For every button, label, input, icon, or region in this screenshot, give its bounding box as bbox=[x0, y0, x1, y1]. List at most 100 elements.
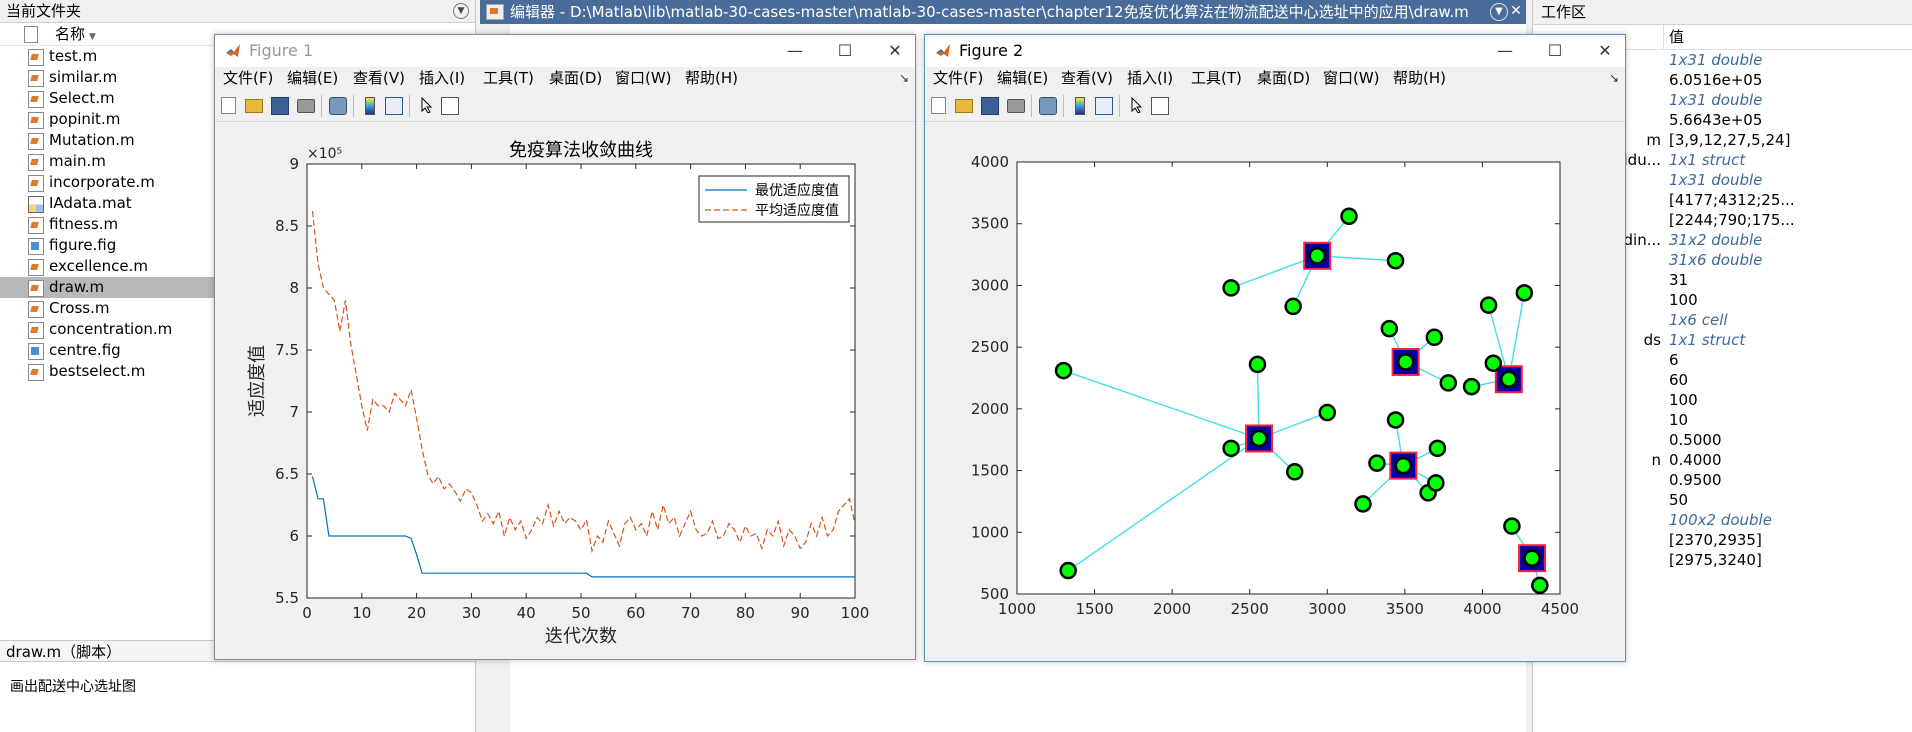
x-tick-label: 1500 bbox=[1075, 600, 1113, 618]
variable-value: 6.0516e+05 bbox=[1669, 71, 1763, 89]
menu-window[interactable]: 窗口(W) bbox=[615, 67, 672, 89]
panel-options-icon[interactable]: ▼ bbox=[453, 3, 469, 19]
property-inspector-icon[interactable] bbox=[441, 97, 459, 115]
print-icon[interactable] bbox=[297, 99, 315, 113]
y-tick-label: 6 bbox=[289, 527, 299, 545]
menu-file[interactable]: 文件(F) bbox=[933, 67, 983, 89]
variable-value: 5.6643e+05 bbox=[1669, 111, 1763, 129]
y-tick-label: 8 bbox=[289, 279, 299, 297]
colorbar-icon[interactable] bbox=[1075, 97, 1085, 115]
m-file-icon bbox=[28, 70, 44, 87]
demand-point-marker bbox=[1462, 377, 1481, 396]
dock-arrow-icon[interactable]: ↘ bbox=[899, 67, 909, 89]
y-tick-label: 1500 bbox=[971, 462, 1009, 480]
menu-edit[interactable]: 编辑(E) bbox=[287, 67, 338, 89]
menu-insert[interactable]: 插入(I) bbox=[419, 67, 465, 89]
demand-point-marker bbox=[1515, 284, 1534, 302]
property-inspector-icon[interactable] bbox=[1151, 97, 1169, 115]
editor-title-bar[interactable]: 编辑器 - D:\Matlab\lib\matlab-30-cases-mast… bbox=[480, 0, 1526, 24]
menu-desktop[interactable]: 桌面(D) bbox=[1257, 67, 1310, 89]
colorbar-icon[interactable] bbox=[365, 97, 375, 115]
variable-value: 100 bbox=[1669, 391, 1698, 409]
file-name: fitness.m bbox=[49, 215, 119, 233]
menu-window[interactable]: 窗口(W) bbox=[1323, 67, 1380, 89]
figure1-window[interactable]: Figure 1 — ☐ ✕ 文件(F) 编辑(E) 查看(V) 插入(I) 工… bbox=[214, 34, 916, 660]
m-file-icon bbox=[28, 259, 44, 276]
figure2-title-bar[interactable]: Figure 2 — ☐ ✕ bbox=[925, 35, 1625, 67]
menu-tools[interactable]: 工具(T) bbox=[1191, 67, 1242, 89]
close-icon[interactable]: ✕ bbox=[875, 35, 915, 67]
convergence-chart[interactable]: 0 10 20 30 40 50 60 70 80 90 100 5.5 6 6.5 7 7.5 8 8.5 9 ×1… bbox=[215, 122, 913, 659]
y-tick-label: 8.5 bbox=[275, 217, 299, 235]
site-selection-chart[interactable]: 1000 1500 2000 2500 3000 3500 4000 450050010001… bbox=[925, 122, 1623, 661]
current-folder-title: 当前文件夹 bbox=[6, 2, 82, 20]
menu-file[interactable]: 文件(F) bbox=[223, 67, 273, 89]
pointer-icon[interactable] bbox=[1131, 97, 1143, 113]
menu-desktop[interactable]: 桌面(D) bbox=[549, 67, 602, 89]
open-file-icon[interactable] bbox=[955, 99, 973, 113]
print-icon[interactable] bbox=[1007, 99, 1025, 113]
m-file-icon bbox=[28, 91, 44, 108]
y-tick-label: 7 bbox=[289, 403, 299, 421]
editor-close-icon[interactable]: ✕ bbox=[1508, 3, 1524, 19]
fig-file-icon bbox=[28, 238, 44, 255]
figure1-title-bar[interactable]: Figure 1 — ☐ ✕ bbox=[215, 35, 915, 67]
variable-value: [4177;4312;25... bbox=[1669, 191, 1795, 209]
minimize-icon[interactable]: — bbox=[775, 35, 815, 67]
figure1-title: Figure 1 bbox=[249, 41, 314, 60]
new-figure-icon[interactable] bbox=[221, 97, 236, 114]
minimize-icon[interactable]: — bbox=[1485, 35, 1525, 67]
dock-arrow-icon[interactable]: ↘ bbox=[1609, 67, 1619, 89]
pointer-icon[interactable] bbox=[421, 97, 433, 113]
x-tick-label: 0 bbox=[302, 604, 312, 622]
maximize-icon[interactable]: ☐ bbox=[1535, 35, 1575, 67]
menu-help[interactable]: 帮助(H) bbox=[685, 67, 738, 89]
new-figure-icon[interactable] bbox=[931, 97, 946, 114]
mat-file-icon bbox=[28, 196, 44, 213]
demand-point-marker bbox=[1394, 456, 1413, 475]
variable-value: [2370,2935] bbox=[1669, 531, 1762, 549]
maximize-icon[interactable]: ☐ bbox=[825, 35, 865, 67]
m-file-icon bbox=[28, 49, 44, 66]
demand-point-marker bbox=[1284, 297, 1302, 316]
link-plot-icon[interactable] bbox=[329, 97, 347, 115]
menu-help[interactable]: 帮助(H) bbox=[1393, 67, 1446, 89]
menu-insert[interactable]: 插入(I) bbox=[1127, 67, 1173, 89]
demand-point-marker bbox=[1248, 355, 1267, 374]
file-detail-title: draw.m（脚本） bbox=[6, 643, 122, 661]
variable-value: 1x31 double bbox=[1669, 51, 1763, 69]
link-plot-icon[interactable] bbox=[1039, 97, 1057, 115]
save-icon[interactable] bbox=[981, 97, 999, 115]
y-tick-label: 2000 bbox=[971, 400, 1009, 418]
menu-view[interactable]: 查看(V) bbox=[353, 67, 405, 89]
demand-point-marker bbox=[1368, 454, 1386, 472]
legend-icon[interactable] bbox=[385, 97, 403, 115]
variable-value: 31x6 double bbox=[1669, 251, 1763, 269]
file-name: figure.fig bbox=[49, 236, 117, 254]
menu-tools[interactable]: 工具(T) bbox=[483, 67, 534, 89]
variable-value: 1x31 double bbox=[1669, 91, 1763, 109]
menu-edit[interactable]: 编辑(E) bbox=[997, 67, 1048, 89]
file-name: excellence.m bbox=[49, 257, 148, 275]
legend-icon[interactable] bbox=[1095, 97, 1113, 115]
x-tick-label: 30 bbox=[462, 604, 481, 622]
current-folder-header: 当前文件夹 ▼ bbox=[0, 0, 475, 23]
figure2-window[interactable]: Figure 2 — ☐ ✕ 文件(F) 编辑(E) 查看(V) 插入(I) 工… bbox=[924, 34, 1626, 662]
toolbar-separator bbox=[409, 95, 410, 117]
toolbar-separator bbox=[353, 95, 354, 117]
m-file-icon bbox=[28, 322, 44, 339]
file-name: Select.m bbox=[49, 89, 115, 107]
file-name: test.m bbox=[49, 47, 98, 65]
matlab-logo-icon bbox=[226, 44, 240, 57]
close-icon[interactable]: ✕ bbox=[1585, 35, 1625, 67]
column-separator[interactable] bbox=[1663, 25, 1664, 49]
open-file-icon[interactable] bbox=[245, 99, 263, 113]
editor-options-icon[interactable]: ▼ bbox=[1490, 3, 1508, 21]
menu-view[interactable]: 查看(V) bbox=[1061, 67, 1113, 89]
demand-point-marker bbox=[1396, 353, 1415, 371]
figure1-canvas: 0 10 20 30 40 50 60 70 80 90 100 5.5 6 6.5 7 7.5 8 8.5 9 ×1… bbox=[215, 122, 915, 659]
save-icon[interactable] bbox=[271, 97, 289, 115]
figure1-toolbar bbox=[215, 89, 915, 122]
x-tick-label: 4000 bbox=[1463, 600, 1501, 618]
x-tick-label: 50 bbox=[571, 604, 590, 622]
